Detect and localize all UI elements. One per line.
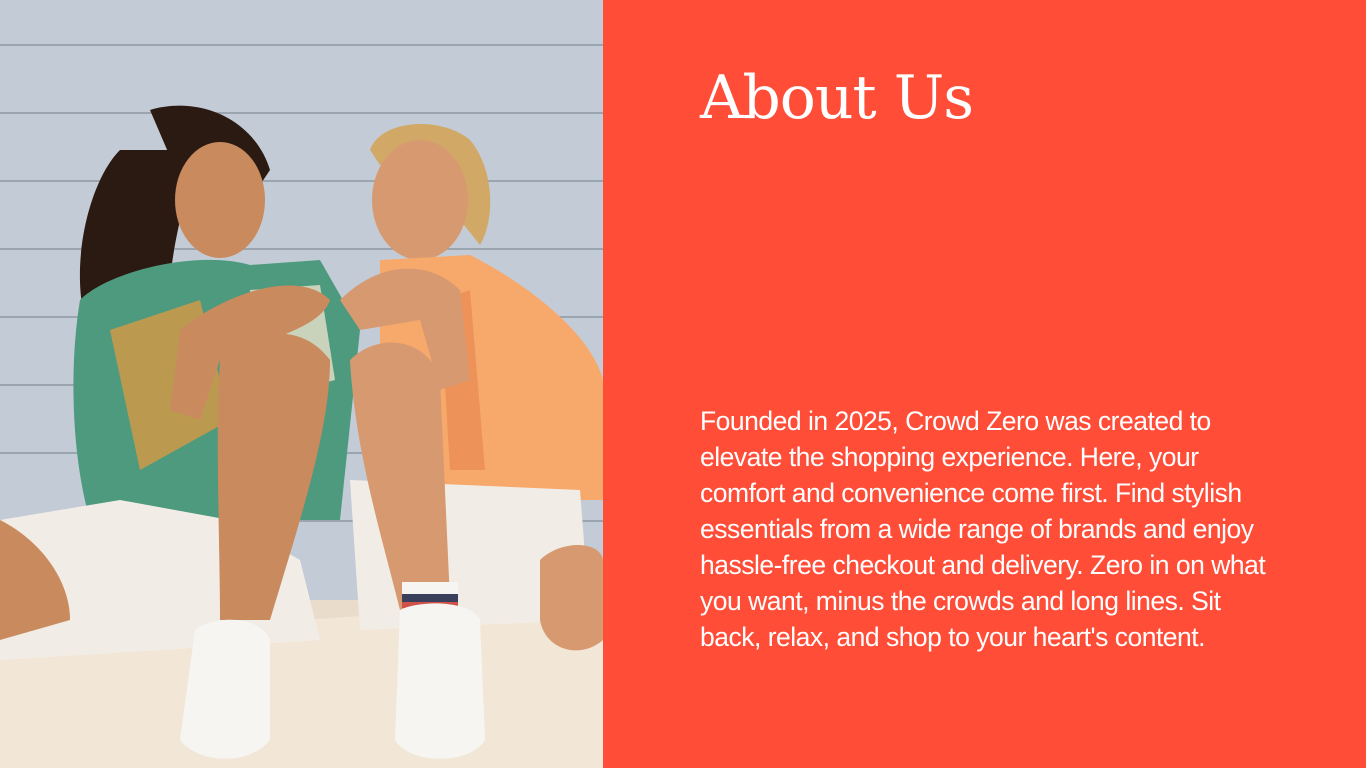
about-photo bbox=[0, 0, 603, 768]
about-description: Founded in 2025, Crowd Zero was created … bbox=[700, 406, 1266, 652]
about-text-panel: About Us Founded in 2025, Crowd Zero was… bbox=[603, 0, 1366, 768]
about-section: About Us Founded in 2025, Crowd Zero was… bbox=[0, 0, 1366, 768]
two-men-laughing-image bbox=[0, 0, 603, 768]
page-title: About Us bbox=[700, 63, 974, 133]
